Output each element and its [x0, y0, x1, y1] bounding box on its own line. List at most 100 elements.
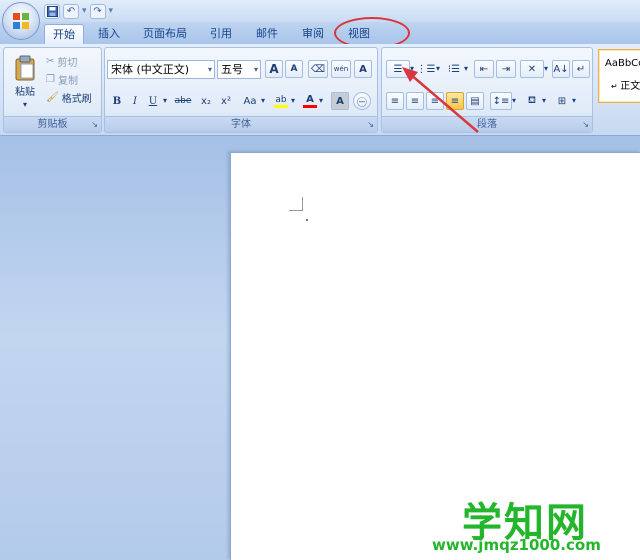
decrease-indent-button[interactable]: ⇤ — [474, 60, 494, 78]
italic-button[interactable]: I — [127, 92, 143, 110]
tab-home[interactable]: 开始 — [44, 24, 84, 44]
undo-dropdown-icon[interactable]: ▾ — [82, 6, 87, 16]
copy-icon: ❐ — [46, 74, 55, 85]
chinese-layout-dropdown-icon[interactable]: ▾ — [544, 64, 548, 73]
highlight-color-bar — [274, 104, 288, 108]
margin-corner-mark — [289, 197, 303, 211]
format-painter-button[interactable]: 🖌 格式刷 — [46, 90, 92, 105]
cut-label: 剪切 — [57, 58, 78, 69]
text-cursor — [306, 219, 308, 221]
undo-icon[interactable]: ↶ — [63, 3, 79, 19]
align-center-button[interactable]: ≡ — [406, 92, 424, 110]
grow-font-button[interactable]: A — [265, 60, 283, 78]
office-logo-icon — [13, 13, 29, 29]
highlight-button[interactable]: ab — [271, 92, 291, 110]
borders-dropdown-icon[interactable]: ▾ — [572, 96, 576, 105]
numbering-dropdown-icon[interactable]: ▾ — [436, 64, 440, 73]
align-right-button[interactable]: ≡ — [426, 92, 444, 110]
ribbon: 粘贴 ▾ ✂ 剪切 ❐ 复制 🖌 格式刷 剪贴板 ↘ 宋体 (中文正文) ▾ 五… — [0, 44, 640, 136]
highlight-dropdown-icon[interactable]: ▾ — [291, 96, 295, 105]
font-size-combo[interactable]: 五号 ▾ — [217, 60, 261, 79]
sort-button[interactable]: A↓ — [552, 60, 570, 78]
change-case-button[interactable]: Aa — [239, 92, 261, 110]
shading-dropdown-icon[interactable]: ▾ — [542, 96, 546, 105]
save-icon[interactable] — [44, 3, 60, 19]
increase-indent-button[interactable]: ⇥ — [496, 60, 516, 78]
styles-gallery-normal[interactable]: AaBbCc ↵ 正文 — [598, 49, 640, 103]
distributed-icon: ▤ — [470, 95, 480, 107]
clipboard-launcher-icon[interactable]: ↘ — [91, 120, 98, 129]
watermark-url: www.jmqz1000.com — [432, 536, 601, 554]
cut-button[interactable]: ✂ 剪切 — [46, 54, 77, 69]
shrink-font-button[interactable]: A — [285, 60, 303, 78]
chinese-layout-icon: ✕ — [527, 63, 537, 75]
copy-label: 复制 — [57, 76, 78, 87]
change-case-dropdown-icon[interactable]: ▾ — [261, 96, 265, 105]
distributed-button[interactable]: ▤ — [466, 92, 484, 110]
subscript-button[interactable]: x₂ — [197, 92, 215, 110]
numbered-list-icon: ⋮☰ — [416, 63, 436, 75]
line-spacing-button[interactable]: ↕≡ — [490, 92, 512, 110]
font-color-dropdown-icon[interactable]: ▾ — [319, 96, 323, 105]
phonetic-guide-button[interactable]: wén — [331, 60, 351, 78]
tab-references[interactable]: 引用 — [202, 24, 240, 44]
bullets-button[interactable]: ☰ — [386, 60, 410, 78]
multilevel-list-button[interactable]: ⁝☰ — [444, 60, 464, 78]
font-launcher-icon[interactable]: ↘ — [367, 120, 374, 129]
superscript-button[interactable]: x² — [217, 92, 235, 110]
justify-button[interactable]: ≡ — [446, 92, 464, 110]
clipboard-group: 粘贴 ▾ ✂ 剪切 ❐ 复制 🖌 格式刷 剪贴板 ↘ — [3, 47, 102, 133]
customize-qat-icon[interactable]: ▾ — [109, 6, 114, 16]
character-border-button[interactable]: A — [354, 60, 372, 78]
borders-button[interactable]: ⊞ — [552, 92, 572, 110]
paste-dropdown-icon[interactable]: ▾ — [23, 100, 27, 109]
copy-button[interactable]: ❐ 复制 — [46, 72, 78, 87]
strikethrough-button[interactable]: abe — [171, 92, 195, 110]
multilevel-dropdown-icon[interactable]: ▾ — [464, 64, 468, 73]
clipboard-group-label: 剪贴板 — [4, 116, 101, 132]
character-border-icon: A — [359, 63, 367, 75]
bold-button[interactable]: B — [109, 92, 125, 110]
character-shading-button[interactable]: A — [331, 92, 349, 110]
justify-icon: ≡ — [450, 95, 460, 107]
tab-mailings[interactable]: 邮件 — [248, 24, 286, 44]
font-name-value: 宋体 (中文正文) — [111, 63, 190, 76]
quick-access-toolbar: ↶ ▾ ↷ ▾ — [44, 3, 113, 19]
tab-review[interactable]: 审阅 — [294, 24, 332, 44]
italic-icon: I — [133, 95, 137, 107]
eraser-icon: ⌫ — [310, 63, 326, 75]
font-group-label: 字体 — [105, 116, 377, 132]
paste-button[interactable]: 粘贴 ▾ — [8, 52, 42, 112]
bullets-dropdown-icon[interactable]: ▾ — [410, 64, 414, 73]
superscript-icon: x² — [221, 95, 231, 107]
font-name-combo[interactable]: 宋体 (中文正文) ▾ — [107, 60, 215, 79]
tab-page-layout[interactable]: 页面布局 — [135, 24, 195, 44]
office-button[interactable] — [2, 2, 40, 40]
paragraph-launcher-icon[interactable]: ↘ — [582, 120, 589, 129]
font-color-bar — [303, 105, 317, 108]
phonetic-guide-icon: wén — [333, 64, 349, 73]
chevron-icon: ↵ — [611, 82, 621, 91]
character-shading-icon: A — [336, 95, 344, 107]
underline-dropdown-icon[interactable]: ▾ — [163, 96, 167, 105]
enclose-characters-icon: ㊀ — [357, 97, 367, 109]
line-spacing-icon: ↕≡ — [492, 95, 510, 107]
borders-icon: ⊞ — [557, 95, 567, 107]
redo-icon[interactable]: ↷ — [89, 3, 106, 19]
chinese-layout-button[interactable]: ✕ — [520, 60, 544, 78]
underline-button[interactable]: U — [145, 92, 161, 110]
show-hide-marks-button[interactable]: ↵ — [572, 60, 590, 78]
align-left-icon: ≡ — [390, 95, 400, 107]
bold-icon: B — [112, 95, 122, 107]
shading-button[interactable]: ⛾ — [522, 92, 542, 110]
subscript-icon: x₂ — [201, 95, 211, 107]
clear-formatting-button[interactable]: ⌫ — [308, 60, 328, 78]
line-spacing-dropdown-icon[interactable]: ▾ — [512, 96, 516, 105]
tab-insert[interactable]: 插入 — [90, 24, 128, 44]
align-center-icon: ≡ — [410, 95, 420, 107]
font-color-button[interactable]: A — [301, 92, 319, 110]
numbering-button[interactable]: ⋮☰ — [416, 60, 436, 78]
align-left-button[interactable]: ≡ — [386, 92, 404, 110]
enclose-characters-button[interactable]: ㊀ — [353, 92, 371, 110]
paragraph-mark-icon: ↵ — [576, 63, 586, 75]
